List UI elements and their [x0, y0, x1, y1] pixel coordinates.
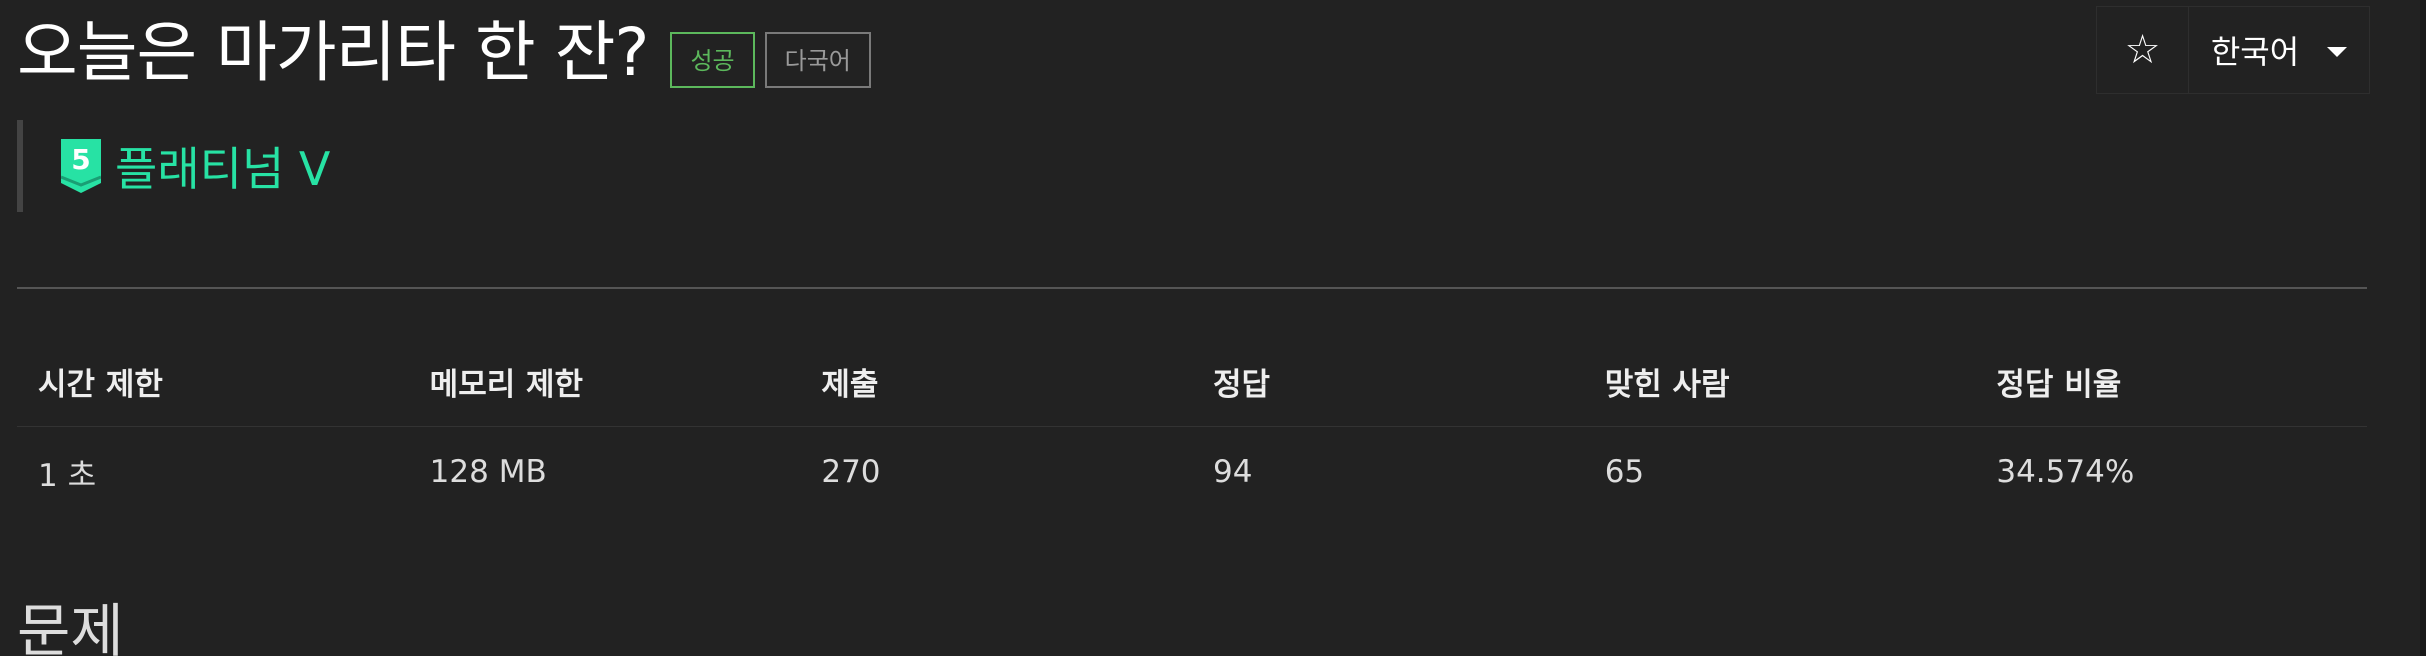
tier-level: 5	[71, 143, 90, 176]
problem-actions: ☆ 한국어	[2096, 6, 2370, 94]
table-row: 1 초 128 MB 270 94 65 34.574%	[17, 427, 2367, 517]
tier-badge-icon: 5	[61, 139, 101, 193]
header-memory-limit: 메모리 제한	[429, 366, 584, 403]
scrollbar[interactable]	[2420, 0, 2426, 656]
problem-info-table: 시간 제한 메모리 제한 제출 정답 맞힌 사람 정답 비율 1 초 128 M…	[17, 336, 2367, 517]
title-row: 오늘은 마가리타 한 잔? 성공 다국어	[17, 14, 871, 92]
problem-section-heading: 문제	[17, 597, 124, 656]
tier-blockquote: 5 플래티넘 V	[17, 120, 330, 212]
language-dropdown[interactable]: 한국어	[2189, 7, 2369, 93]
value-memory-limit: 128 MB	[429, 454, 547, 490]
problem-title: 오늘은 마가리타 한 잔?	[17, 14, 649, 91]
value-accepted: 94	[1213, 454, 1253, 490]
header-submissions: 제출	[821, 366, 879, 403]
tier-name[interactable]: 플래티넘 V	[115, 133, 330, 199]
value-submissions: 270	[821, 454, 881, 490]
star-icon: ☆	[2124, 27, 2161, 73]
value-time-limit: 1 초	[38, 457, 97, 494]
header-accept-ratio: 정답 비율	[1996, 366, 2122, 403]
problem-page: 오늘은 마가리타 한 잔? 성공 다국어 ☆ 한국어 5 플래티넘 V 시간 제…	[0, 0, 2426, 656]
value-solved-users: 65	[1604, 454, 1645, 490]
header-solved-users: 맞힌 사람	[1604, 366, 1730, 403]
value-accept-ratio: 34.574%	[1996, 454, 2135, 490]
table-header-row: 시간 제한 메모리 제한 제출 정답 맞힌 사람 정답 비율	[17, 336, 2367, 427]
header-divider	[17, 287, 2367, 289]
success-badge[interactable]: 성공	[670, 32, 755, 88]
language-label: 한국어	[2210, 33, 2300, 71]
favorite-button[interactable]: ☆	[2097, 7, 2189, 93]
multilang-badge[interactable]: 다국어	[764, 32, 871, 88]
header-accepted: 정답	[1213, 366, 1271, 403]
caret-down-icon	[2327, 47, 2348, 57]
header-time-limit: 시간 제한	[38, 366, 163, 403]
